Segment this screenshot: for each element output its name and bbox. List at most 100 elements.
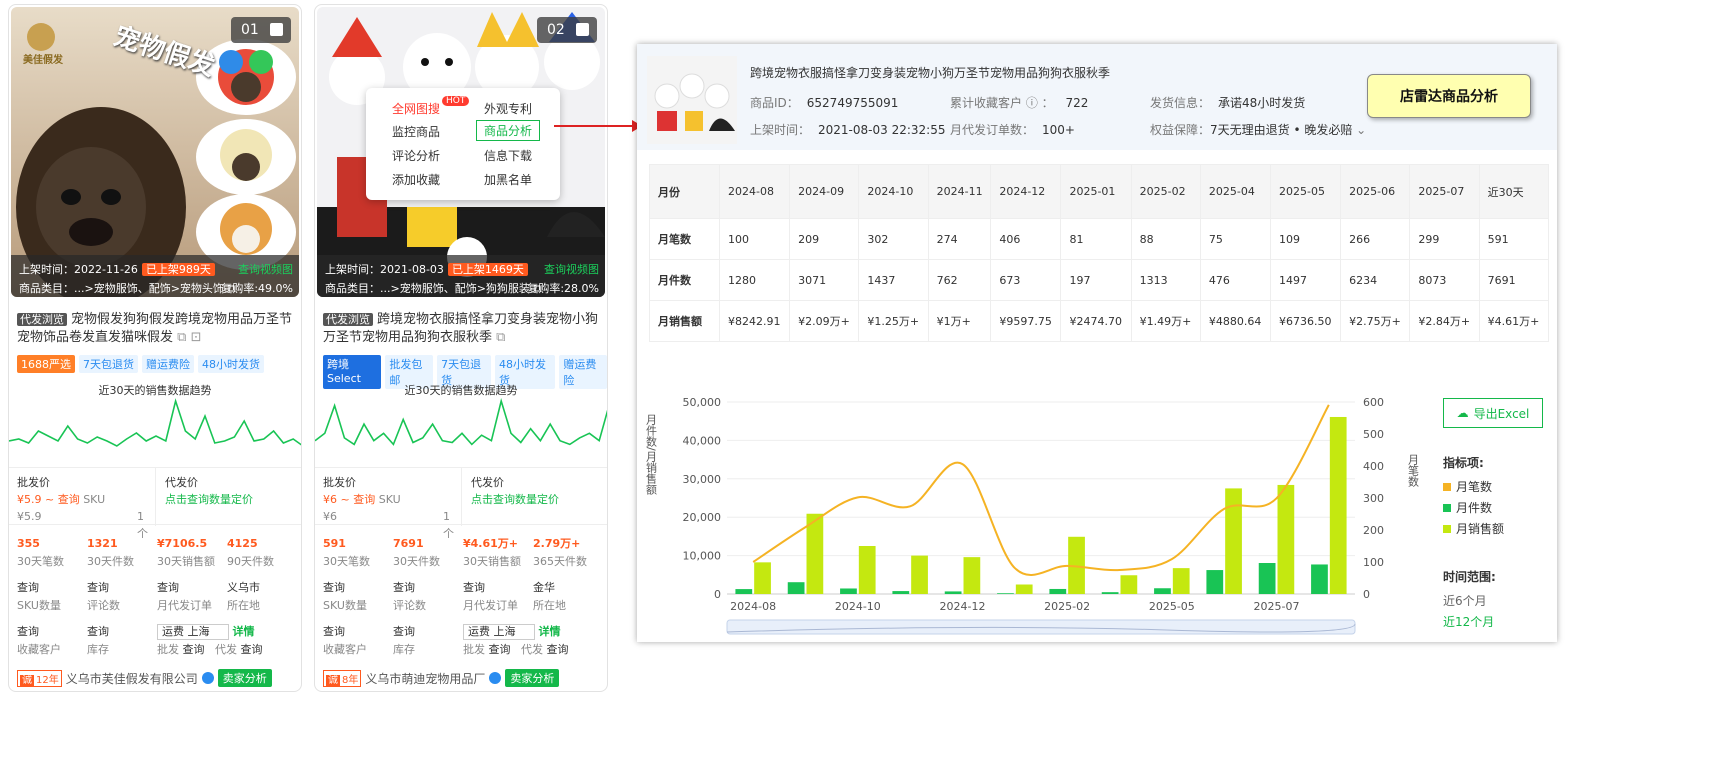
table-row: 月件数 1280 3071 1437 762 673 197 1313 476 1497 6234 8…: [649, 259, 1550, 301]
bar-pieces: [892, 591, 910, 594]
stat-value: 1321: [87, 537, 118, 550]
price-divider: [155, 468, 156, 526]
listed-date: 2022-11-26: [74, 263, 138, 276]
wholesale-q[interactable]: 查询: [489, 643, 511, 656]
seller-name[interactable]: 义乌市芙佳假发有限公司: [66, 670, 198, 687]
y-tick-label: 50,000: [683, 396, 722, 409]
detail-link[interactable]: 详情: [233, 625, 255, 638]
stat-query[interactable]: 查询: [17, 579, 89, 597]
stat-label: 月代发订单: [463, 599, 518, 612]
x-tick-label: 2025-07: [1254, 600, 1300, 613]
metric-pieces[interactable]: 月件数: [1443, 499, 1492, 516]
category-path[interactable]: ...>宠物服饰、配饰>狗狗服装: [380, 282, 530, 295]
menu-review-analysis[interactable]: 评论分析: [392, 147, 440, 164]
dropship-browse-tag[interactable]: 代发浏览: [323, 313, 373, 326]
menu-info-download[interactable]: 信息下载: [484, 147, 532, 164]
bar-sales: [911, 555, 928, 594]
dropship-browse-tag[interactable]: 代发浏览: [17, 313, 67, 326]
stat-query[interactable]: 查询: [393, 579, 465, 597]
menu-blacklist[interactable]: 加黑名单: [484, 171, 532, 188]
video-link[interactable]: 查询视频图: [238, 261, 293, 277]
range-12-months[interactable]: 近12个月: [1443, 613, 1494, 630]
wholesale-q[interactable]: 查询: [183, 643, 205, 656]
range-6-months[interactable]: 近6个月: [1443, 592, 1487, 609]
table-row: 月销售额 ¥8242.91 ¥2.09万+ ¥1.25万+ ¥1万+ ¥9597.75 ¥2…: [649, 300, 1550, 342]
wholesale-value[interactable]: ¥5.9 ~ 查询: [17, 493, 80, 506]
stat-label: 评论数: [87, 599, 120, 612]
menu-add-favorite[interactable]: 添加收藏: [392, 171, 440, 188]
bar-sales: [1015, 584, 1033, 594]
dropship-query-link[interactable]: 点击查询数量定价: [165, 491, 253, 508]
category-path[interactable]: ...>宠物服饰、配饰>宠物头饰: [74, 282, 224, 295]
table-header-row: 月份 2024-08 2024-09 2024-10 2024-11 2024-12 202…: [649, 164, 1550, 219]
product-thumbnail[interactable]: [647, 56, 737, 144]
dropship-label: 代发价: [165, 476, 198, 489]
copy-icon[interactable]: ⧉: [496, 330, 505, 345]
chat-icon[interactable]: [201, 672, 214, 684]
chevron-down-icon[interactable]: ⌄: [1352, 123, 1366, 137]
stat-query[interactable]: 查询: [17, 623, 89, 641]
metric-sales[interactable]: 月销售额: [1443, 520, 1504, 537]
select-checkbox[interactable]: [270, 23, 283, 36]
card-number-tag[interactable]: 01: [231, 17, 291, 43]
seller-analysis-button[interactable]: 卖家分析: [505, 669, 560, 687]
menu-product-analysis[interactable]: 商品分析: [476, 120, 541, 141]
seller-row: 诚 12年 义乌市芙佳假发有限公司 卖家分析: [17, 669, 272, 687]
y-tick-label: 30,000: [683, 473, 722, 486]
product-title[interactable]: 代发浏览 跨境宠物衣服搞怪拿刀变身装宠物小狗万圣节宠物用品狗狗衣服秋季 ⧉: [323, 311, 603, 347]
wholesale-label: 批发价: [323, 476, 356, 489]
help-icon[interactable]: ⓘ: [1026, 96, 1038, 110]
bar-sales: [1277, 484, 1295, 594]
panel-product-title[interactable]: 跨境宠物衣服搞怪拿刀变身装宠物小狗万圣节宠物用品狗狗衣服秋季: [750, 64, 1110, 81]
product-image-1[interactable]: 宠物假发 美佳假发 01 上架时间：2022-11-26 已上架989天 查询视频…: [11, 7, 299, 297]
image-search-icon[interactable]: ⊡: [191, 330, 202, 345]
table-cell: ¥2.75万+: [1340, 300, 1411, 342]
table-cell: 2025-07: [1409, 164, 1480, 219]
export-excel-button[interactable]: ☁ 导出Excel: [1443, 398, 1543, 428]
tag-yanxuan: 1688严选: [17, 355, 75, 373]
menu-image-search[interactable]: 全网图搜: [392, 100, 440, 117]
stat-query[interactable]: 查询: [87, 579, 159, 597]
menu-monitor[interactable]: 监控商品: [392, 123, 440, 140]
rights-value: 7天无理由退货 • 晚发必赔: [1210, 123, 1353, 137]
stat-query[interactable]: 查询: [323, 579, 395, 597]
seller-name[interactable]: 义乌市萌迪宠物用品厂: [365, 670, 485, 687]
stat-query[interactable]: 查询: [463, 579, 535, 597]
rights-label: 权益保障：: [1150, 123, 1211, 137]
dropship-query-link[interactable]: 点击查询数量定价: [471, 491, 559, 508]
copy-icon[interactable]: ⧉: [177, 330, 186, 345]
chat-icon[interactable]: [489, 672, 502, 684]
stat-query[interactable]: 查询: [157, 579, 229, 597]
bar-pieces: [1049, 588, 1067, 594]
repurchase-rate: 复购率:49.0%: [221, 282, 293, 295]
product-id: 652749755091: [806, 96, 899, 110]
product-title[interactable]: 代发浏览 宠物假发狗狗假发跨境宠物用品万圣节宠物饰品卷发直发猫咪假发 ⧉ ⊡: [17, 311, 297, 347]
metric-orders[interactable]: 月笔数: [1443, 478, 1492, 495]
cheng-char: 诚: [326, 674, 340, 686]
seller-analysis-button[interactable]: 卖家分析: [217, 669, 272, 687]
wholesale-value[interactable]: ¥6 ~ 查询: [323, 493, 375, 506]
monthly-sales-chart: 0 10,000 20,000 30,000 40,000 50,000 0 100 200 30…: [645, 396, 1420, 635]
card-number-tag[interactable]: 02: [537, 17, 597, 43]
bar-sales: [963, 557, 981, 594]
dropship-q-label: 代发: [521, 643, 543, 656]
ship-select[interactable]: 运费 上海: [463, 624, 535, 640]
menu-design-patent[interactable]: 外观专利: [484, 100, 532, 117]
stat-query[interactable]: 查询: [393, 623, 465, 641]
stat-label: 所在地: [533, 599, 566, 612]
stat-query[interactable]: 查询: [87, 623, 159, 641]
dropship-q[interactable]: 查询: [241, 643, 263, 656]
detail-link[interactable]: 详情: [539, 625, 561, 638]
select-checkbox[interactable]: [576, 23, 589, 36]
pointer-arrow: [554, 120, 642, 132]
stat-label: 90天件数: [227, 555, 274, 568]
bar-pieces: [787, 582, 805, 594]
ship-select[interactable]: 运费 上海: [157, 624, 229, 640]
x-tick-label: 2025-05: [1149, 600, 1195, 613]
video-link[interactable]: 查询视频图: [544, 261, 599, 277]
product-card-1[interactable]: 宠物假发 美佳假发 01 上架时间：2022-11-26 已上架989天 查询视频…: [8, 4, 302, 692]
stat-query[interactable]: 查询: [323, 623, 395, 641]
table-cell: 274: [927, 218, 992, 260]
dropship-q[interactable]: 查询: [547, 643, 569, 656]
table-cell: 2024-10: [858, 164, 929, 219]
